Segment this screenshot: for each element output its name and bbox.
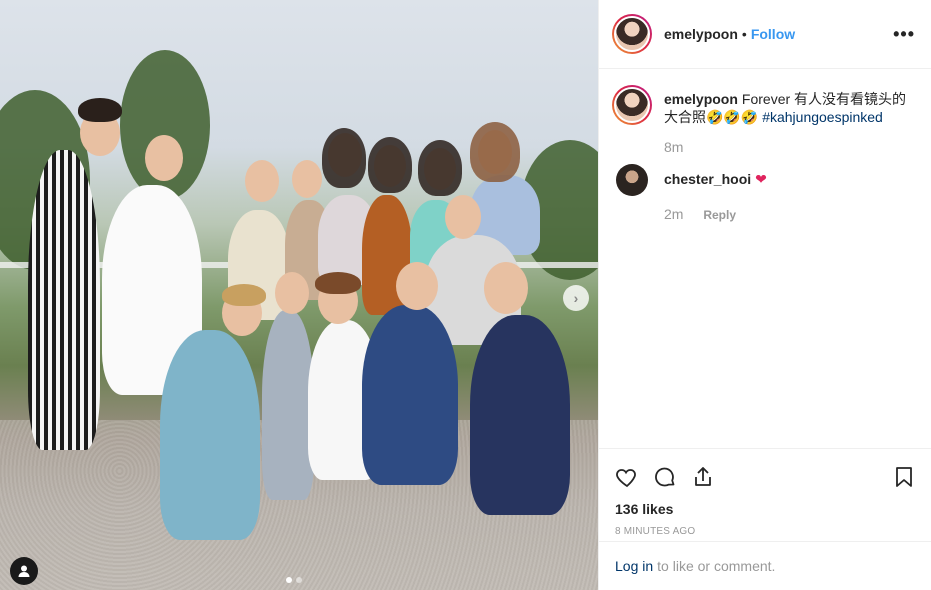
instagram-post-modal: › emelypoon • Follow ••• emelypoon Foreve… <box>0 0 931 590</box>
photo-person-hair <box>222 284 266 306</box>
owner-username[interactable]: emelypoon <box>664 26 738 42</box>
tagged-user-icon[interactable] <box>10 557 38 585</box>
caption-meta: 8m <box>664 139 915 155</box>
likes-count[interactable]: 136 likes <box>615 501 916 517</box>
follow-button[interactable]: Follow <box>751 26 795 42</box>
photo-person-head <box>445 195 481 239</box>
header-separator: • <box>741 26 747 42</box>
photo-person-hair <box>322 128 366 188</box>
owner-avatar-image <box>614 16 650 52</box>
photo-person-head <box>245 160 279 202</box>
caption-avatar[interactable] <box>612 85 652 125</box>
comment-body: ❤ <box>755 171 767 187</box>
photo-person-hair <box>418 140 462 196</box>
post-timestamp[interactable]: 8 minutes ago <box>615 526 916 537</box>
comment-icon[interactable] <box>653 465 677 489</box>
bookmark-icon[interactable] <box>892 465 916 489</box>
carousel-dots <box>286 577 302 583</box>
comment-text: chester_hooi ❤ <box>664 170 914 188</box>
photo-person-head <box>145 135 183 181</box>
caption-age[interactable]: 8m <box>664 139 683 155</box>
photo-person <box>470 315 570 515</box>
caption-username[interactable]: emelypoon <box>664 91 738 107</box>
photo-person-head <box>484 262 528 314</box>
photo-person-hair <box>368 137 412 193</box>
action-icons <box>615 457 916 497</box>
post-photo[interactable]: › <box>0 0 598 590</box>
next-arrow-icon[interactable]: › <box>563 285 589 311</box>
photo-person <box>28 150 100 450</box>
login-prompt: Log in to like or comment. <box>599 541 931 590</box>
comment-age[interactable]: 2m <box>664 206 683 222</box>
comments-list: emelypoon Forever 有人没有看镜头的大合照🤣🤣🤣 #kahjung… <box>599 69 931 447</box>
login-prompt-text: to like or comment. <box>657 558 776 574</box>
photo-person <box>262 310 314 500</box>
photo-person <box>160 330 260 540</box>
login-link[interactable]: Log in <box>615 558 653 574</box>
post-header: emelypoon • Follow ••• <box>599 0 931 69</box>
post-side-panel: emelypoon • Follow ••• emelypoon Forever … <box>598 0 931 590</box>
photo-person-hair <box>78 98 122 122</box>
caption-avatar-image <box>614 87 650 123</box>
photo-person-head <box>396 262 438 310</box>
carousel-dot <box>296 577 302 583</box>
photo-person-head <box>275 272 309 314</box>
photo-person <box>362 305 458 485</box>
commenter-avatar[interactable] <box>616 164 648 196</box>
heart-icon[interactable] <box>615 465 639 489</box>
photo-person-hair <box>470 122 520 182</box>
share-icon[interactable] <box>691 465 715 489</box>
caption-hashtag[interactable]: #kahjungoespinked <box>762 109 883 125</box>
photo-person-hair <box>315 272 361 294</box>
caption-text: emelypoon Forever 有人没有看镜头的大合照🤣🤣🤣 #kahjung… <box>664 90 914 126</box>
comment-meta: 2m Reply <box>664 206 915 222</box>
comment-row: chester_hooi ❤ <box>612 164 915 196</box>
reply-button[interactable]: Reply <box>703 208 736 222</box>
carousel-dot-active <box>286 577 292 583</box>
post-actions: 136 likes 8 minutes ago <box>599 448 931 537</box>
comment-username[interactable]: chester_hooi <box>664 171 751 187</box>
owner-avatar[interactable] <box>612 14 652 54</box>
photo-person-head <box>292 160 322 198</box>
caption-row: emelypoon Forever 有人没有看镜头的大合照🤣🤣🤣 #kahjung… <box>612 85 915 126</box>
more-options-icon[interactable]: ••• <box>893 24 915 45</box>
